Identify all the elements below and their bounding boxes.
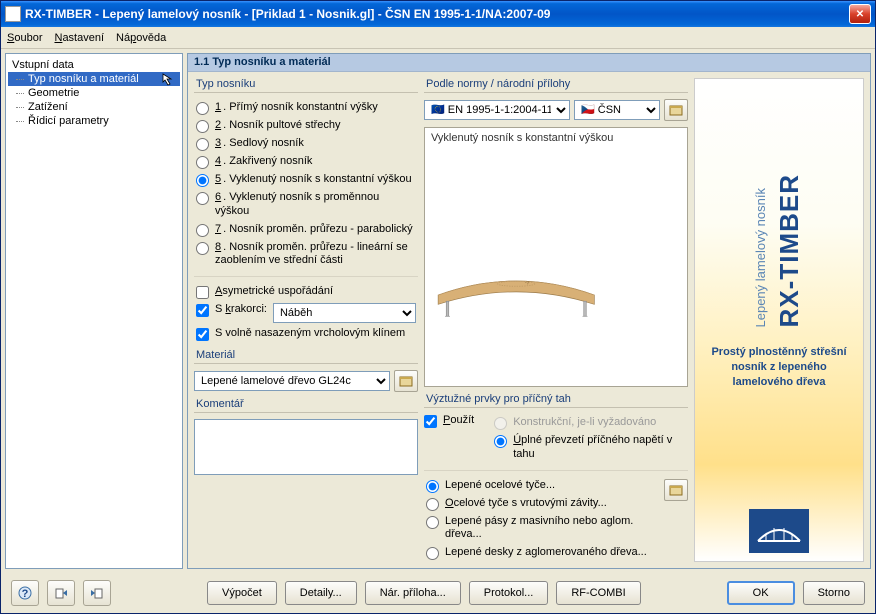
left-column: Typ nosníku 1. Přímý nosník konstantní v… bbox=[194, 78, 418, 562]
ok-button[interactable]: OK bbox=[727, 581, 795, 605]
panel-heading: 1.1 Typ nosníku a materiál bbox=[188, 54, 870, 72]
navigation-tree[interactable]: Vstupní data Typ nosníku a materiál Geom… bbox=[5, 53, 183, 569]
tree-root[interactable]: Vstupní data bbox=[8, 58, 180, 72]
footer-bar: ? Výpočet Detaily... Nár. příloha... Pro… bbox=[1, 573, 875, 613]
beam-type-option-8[interactable]: 8. Nosník proměn. průřezu - lineární se … bbox=[194, 239, 418, 271]
group-material: Materiál Lepené lamelové dřevo GL24c bbox=[194, 349, 418, 392]
beam-type-option-1[interactable]: 1. Přímý nosník konstantní výšky bbox=[194, 99, 418, 117]
middle-column: Podle normy / národní přílohy 🇪🇺 EN 1995… bbox=[424, 78, 688, 562]
beam-type-option-4[interactable]: 4. Zakřivený nosník bbox=[194, 153, 418, 171]
brand-panel: Lepený lamelový nosník RX-TIMBER Prostý … bbox=[694, 78, 864, 562]
details-button[interactable]: Detaily... bbox=[285, 581, 357, 605]
svg-text:?: ? bbox=[22, 588, 29, 600]
check-wedge[interactable]: S volně nasazeným vrcholovým klínem bbox=[194, 325, 418, 343]
material-label: Materiál bbox=[196, 349, 418, 361]
brand-name: RX-TIMBER bbox=[774, 174, 805, 327]
cancel-button[interactable]: Storno bbox=[803, 581, 865, 605]
app-window: RX-TIMBER - Lepený lamelový nosník - [Pr… bbox=[0, 0, 876, 614]
rein-type-glued-rods[interactable]: Lepené ocelové tyče... bbox=[424, 477, 660, 495]
beam-type-option-6[interactable]: 6. Vyklenutý nosník s proměnnou výškou bbox=[194, 189, 418, 221]
beam-type-option-2[interactable]: 2. Nosník pultové střechy bbox=[194, 117, 418, 135]
close-button[interactable]: ✕ bbox=[849, 4, 871, 24]
brand-logo bbox=[749, 509, 809, 553]
comment-textarea[interactable] bbox=[194, 419, 418, 475]
beam-type-option-3[interactable]: 3. Sedlový nosník bbox=[194, 135, 418, 153]
app-icon bbox=[5, 6, 21, 22]
brand-subtitle: Lepený lamelový nosník bbox=[753, 188, 768, 327]
reinforcement-library-button[interactable] bbox=[664, 479, 688, 501]
help-button[interactable]: ? bbox=[11, 580, 39, 606]
tree-item-type-material[interactable]: Typ nosníku a materiál bbox=[8, 72, 180, 86]
reinforcement-label: Výztužné prvky pro příčný tah bbox=[426, 393, 688, 405]
window-title: RX-TIMBER - Lepený lamelový nosník - [Pr… bbox=[25, 7, 849, 21]
main-panel: 1.1 Typ nosníku a materiál Typ nosníku 1… bbox=[187, 53, 871, 569]
rfcombi-button[interactable]: RF-COMBI bbox=[556, 581, 640, 605]
beam-type-label: Typ nosníku bbox=[196, 78, 418, 90]
national-annex-select[interactable]: 🇨🇿 ČSN bbox=[574, 100, 660, 120]
beam-type-option-5[interactable]: 5. Vyklenutý nosník s konstantní výškou bbox=[194, 171, 418, 189]
brand-description: Prostý plnostěnný střešní nosník z lepen… bbox=[701, 345, 857, 390]
rein-type-threaded-rods[interactable]: Ocelové tyče s vrutovými závity... bbox=[424, 495, 660, 513]
calculate-button[interactable]: Výpočet bbox=[207, 581, 277, 605]
group-comment: Komentář bbox=[194, 398, 418, 562]
prev-module-button[interactable] bbox=[47, 580, 75, 606]
material-library-button[interactable] bbox=[394, 370, 418, 392]
tree-item-loads[interactable]: Zatížení bbox=[8, 100, 180, 114]
beam-preview: Vyklenutý nosník s konstantní výškou bbox=[424, 127, 688, 387]
standard-select[interactable]: 🇪🇺 EN 1995-1-1:2004-11EN 1995-1-1:2004-1… bbox=[424, 100, 570, 120]
material-select[interactable]: Lepené lamelové dřevo GL24c bbox=[194, 371, 390, 391]
group-standard: Podle normy / národní přílohy 🇪🇺 EN 1995… bbox=[424, 78, 688, 121]
menu-file[interactable]: SSouboroubor bbox=[7, 32, 42, 44]
national-annex-button[interactable]: Nár. příloha... bbox=[365, 581, 461, 605]
group-reinforcement: Výztužné prvky pro příčný tah Použít Kon… bbox=[424, 393, 688, 562]
menu-help[interactable]: Nápověda bbox=[116, 32, 166, 44]
standard-library-button[interactable] bbox=[664, 99, 688, 121]
check-use-reinforcement[interactable]: Použít bbox=[424, 414, 474, 428]
menu-settings[interactable]: Nastavení bbox=[54, 32, 104, 44]
title-bar: RX-TIMBER - Lepený lamelový nosník - [Pr… bbox=[1, 1, 875, 27]
next-module-button[interactable] bbox=[83, 580, 111, 606]
standard-label: Podle normy / národní přílohy bbox=[426, 78, 688, 90]
rein-opt-constructional: Konstrukční, je-li vyžadováno bbox=[492, 414, 688, 432]
check-asymmetric[interactable]: Asymetrické uspořádání bbox=[194, 283, 418, 301]
group-beam-type: Typ nosníku 1. Přímý nosník konstantní v… bbox=[194, 78, 418, 343]
preview-caption: Vyklenutý nosník s konstantní výškou bbox=[431, 132, 613, 144]
rein-opt-full[interactable]: Úplné převzetí příčného napětí v tahu bbox=[492, 432, 688, 464]
tree-item-geometry[interactable]: Geometrie bbox=[8, 86, 180, 100]
check-cantilever[interactable]: S krakorci: Náběh bbox=[194, 301, 418, 325]
comment-label: Komentář bbox=[196, 398, 418, 410]
cantilever-select[interactable]: Náběh bbox=[273, 303, 416, 323]
rein-type-glued-strips[interactable]: Lepené pásy z masivního nebo aglom. dřev… bbox=[424, 513, 660, 545]
beam-type-option-7[interactable]: 7. Nosník proměn. průřezu - parabolický bbox=[194, 221, 418, 239]
rein-type-glued-boards[interactable]: Lepené desky z aglomerovaného dřeva... bbox=[424, 544, 660, 562]
content-area: Vstupní data Typ nosníku a materiál Geom… bbox=[1, 49, 875, 573]
menu-bar: SSouboroubor Nastavení Nápověda bbox=[1, 27, 875, 49]
tree-item-control-params[interactable]: Řídicí parametry bbox=[8, 114, 180, 128]
protocol-button[interactable]: Protokol... bbox=[469, 581, 549, 605]
